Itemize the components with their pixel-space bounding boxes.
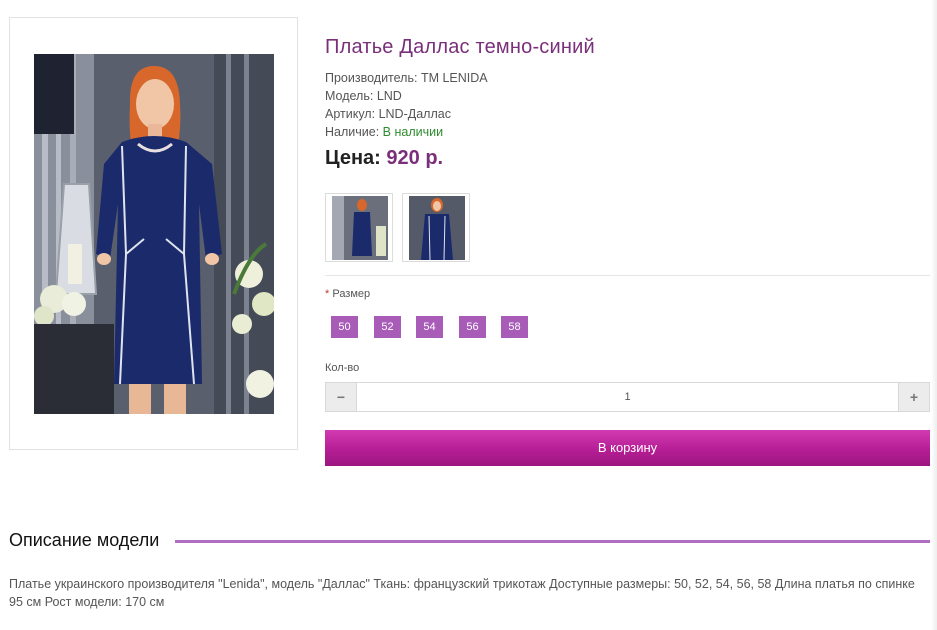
thumbnail-1-photo: [332, 196, 388, 260]
size-option-58[interactable]: 58: [501, 316, 528, 338]
required-mark: *: [325, 288, 330, 300]
product-meta: Производитель: ТМ LENIDA Модель: LND Арт…: [325, 69, 488, 141]
availability-label: Наличие:: [325, 125, 380, 139]
thumbnail-1[interactable]: [325, 193, 393, 262]
article-label: Артикул:: [325, 107, 376, 121]
price-value: 920 р.: [386, 147, 444, 169]
product-title: Платье Даллас темно-синий: [325, 36, 595, 58]
quantity-plus-button[interactable]: +: [898, 383, 929, 411]
quantity-stepper: − +: [325, 382, 930, 412]
manufacturer-row: Производитель: ТМ LENIDA: [325, 69, 488, 87]
main-product-image-frame[interactable]: [9, 17, 298, 450]
size-option-56[interactable]: 56: [459, 316, 486, 338]
size-label-text: Размер: [332, 288, 371, 300]
manufacturer-label: Производитель:: [325, 71, 418, 85]
article-value: LND-Даллас: [378, 107, 451, 121]
model-value: LND: [376, 89, 402, 103]
page-edge: [931, 0, 937, 630]
description-text: Платье украинского производителя "Lenida…: [9, 577, 915, 609]
main-product-photo[interactable]: [34, 54, 274, 414]
size-option-54[interactable]: 54: [416, 316, 443, 338]
article-row: Артикул: LND-Даллас: [325, 105, 488, 123]
model-row: Модель: LND: [325, 87, 488, 105]
size-option-52[interactable]: 52: [374, 316, 401, 338]
description-divider: [175, 540, 930, 543]
thumbnail-2[interactable]: [402, 193, 470, 262]
manufacturer-value[interactable]: ТМ LENIDA: [421, 71, 488, 85]
quantity-input[interactable]: [357, 383, 898, 411]
availability-row: Наличие: В наличии: [325, 123, 488, 141]
size-label: * Размер: [325, 288, 370, 300]
add-to-cart-button[interactable]: В корзину: [325, 430, 930, 466]
availability-status: В наличии: [382, 125, 444, 139]
quantity-label: Кол-во: [325, 362, 360, 374]
quantity-minus-button[interactable]: −: [326, 383, 357, 411]
price-label: Цена:: [325, 147, 381, 169]
divider: [325, 275, 930, 276]
description-title: Описание модели: [9, 530, 160, 550]
thumbnail-2-photo: [409, 196, 465, 260]
size-option-50[interactable]: 50: [331, 316, 358, 338]
model-label: Модель:: [325, 89, 374, 103]
price: Цена: 920 р.: [325, 147, 443, 170]
